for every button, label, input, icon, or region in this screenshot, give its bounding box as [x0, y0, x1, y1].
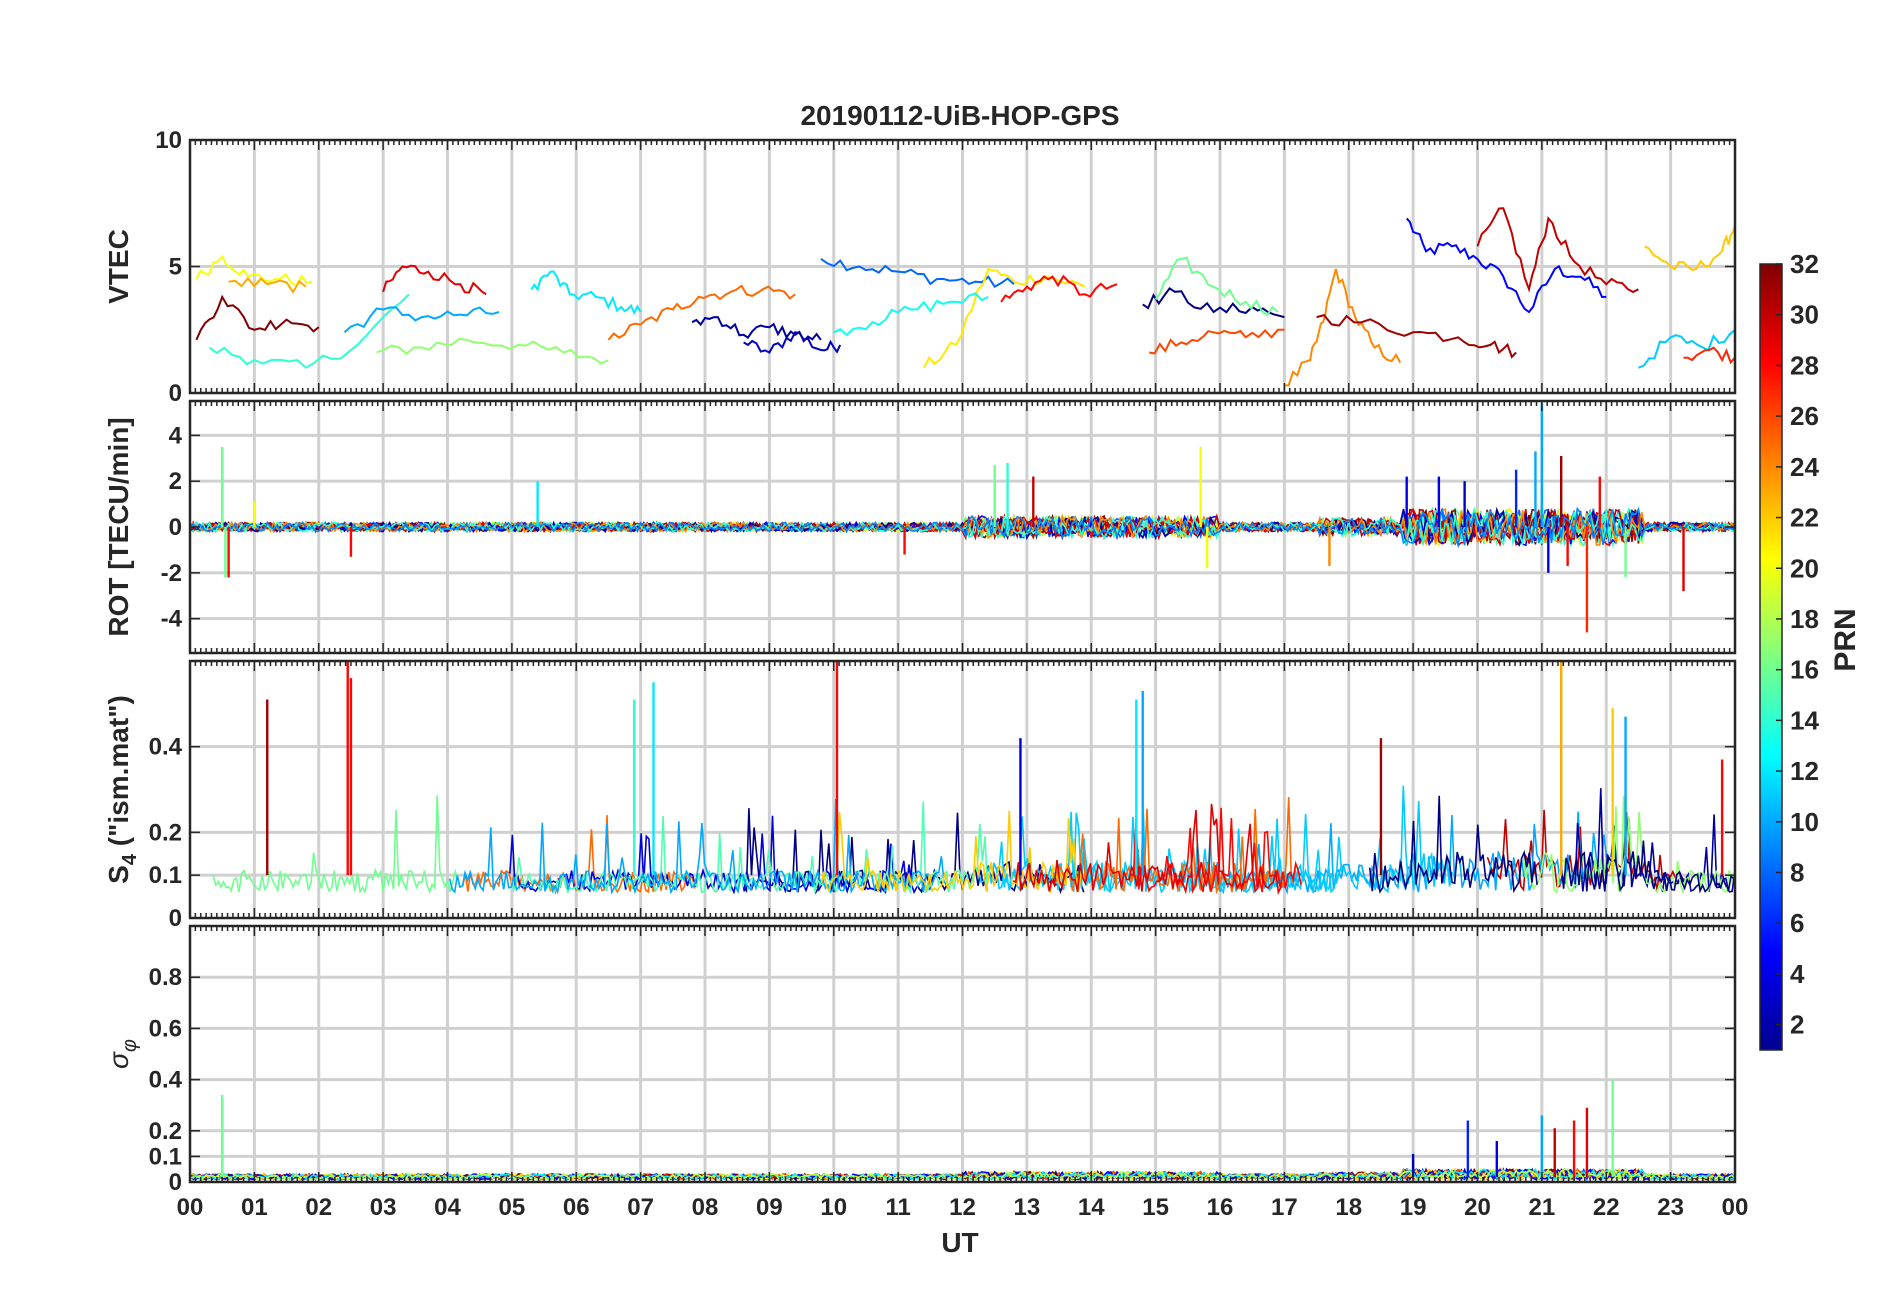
colorbar-tick-label: 20 [1790, 553, 1819, 583]
y-tick-label: 5 [169, 254, 182, 281]
x-tick-label: 18 [1335, 1194, 1362, 1221]
x-tick-label: 12 [949, 1194, 976, 1221]
x-tick-label: 21 [1529, 1194, 1556, 1221]
x-tick-label: 00 [1722, 1194, 1749, 1221]
colorbar-tick-label: 30 [1790, 300, 1819, 330]
x-tick-label: 16 [1207, 1194, 1234, 1221]
chart-title: 20190112-UiB-HOP-GPS [800, 100, 1119, 131]
y-tick-label: -4 [161, 606, 183, 633]
colorbar-tick-label: 24 [1790, 452, 1819, 482]
colorbar-tick-label: 18 [1790, 604, 1819, 634]
y-tick-label: 0.2 [149, 819, 182, 846]
x-tick-label: 00 [177, 1194, 204, 1221]
colorbar-tick-label: 2 [1790, 1010, 1804, 1040]
x-tick-label: 14 [1078, 1194, 1105, 1221]
x-tick-label: 19 [1400, 1194, 1427, 1221]
colorbar-bar [1759, 263, 1783, 1051]
colorbar-tick-label: 10 [1790, 807, 1819, 837]
x-tick-label: 15 [1142, 1194, 1169, 1221]
colorbar-label: PRN [1829, 608, 1862, 671]
y-tick-label: 0.4 [149, 1067, 183, 1094]
colorbar-tick-label: 6 [1790, 908, 1804, 938]
x-tick-label: 09 [756, 1194, 783, 1221]
colorbar-tick-label: 12 [1790, 756, 1819, 786]
colorbar-tick-label: 32 [1790, 249, 1819, 279]
x-tick-label: 23 [1657, 1194, 1684, 1221]
x-tick-label: 10 [820, 1194, 847, 1221]
x-tick-label: 02 [305, 1194, 332, 1221]
y-axis-label-rot: ROT [TECU/min] [103, 417, 134, 636]
y-tick-label: 0.8 [149, 964, 182, 991]
x-tick-label: 05 [499, 1194, 526, 1221]
y-tick-label: 0.1 [149, 1143, 182, 1170]
y-axis-label-vtec: VTEC [103, 229, 134, 304]
y-tick-label: 0 [169, 380, 182, 407]
y-tick-label: 0.4 [149, 734, 183, 761]
colorbar-tick-label: 16 [1790, 655, 1819, 685]
y-tick-label: 0.2 [149, 1118, 182, 1145]
y-tick-label: 0 [169, 514, 182, 541]
x-tick-label: 04 [434, 1194, 461, 1221]
x-tick-label: 06 [563, 1194, 590, 1221]
y-tick-label: 0.6 [149, 1015, 182, 1042]
x-tick-label: 08 [692, 1194, 719, 1221]
colorbar-tick-label: 4 [1790, 959, 1805, 989]
colorbar-tick-label: 8 [1790, 858, 1804, 888]
x-tick-label: 22 [1593, 1194, 1620, 1221]
x-tick-label: 13 [1014, 1194, 1041, 1221]
y-tick-label: 10 [155, 127, 182, 154]
colorbar-tick-label: 14 [1790, 705, 1819, 735]
x-tick-label: 20 [1464, 1194, 1491, 1221]
chart-figure: 20190112-UiB-HOP-GPS 0510VTEC-4-2024ROT … [0, 0, 1902, 1292]
x-tick-label: 11 [885, 1194, 910, 1221]
colorbar-tick-label: 22 [1790, 503, 1819, 533]
x-tick-label: 01 [241, 1194, 268, 1221]
y-tick-label: 0.1 [149, 862, 182, 889]
y-tick-label: 0 [169, 905, 182, 932]
x-axis-label: UT [941, 1227, 978, 1258]
x-tick-label: 03 [370, 1194, 397, 1221]
colorbar-tick-label: 26 [1790, 401, 1819, 431]
y-tick-label: 0 [169, 1169, 182, 1196]
y-tick-label: 2 [169, 468, 182, 495]
x-tick-label: 07 [627, 1194, 654, 1221]
colorbar-tick-label: 28 [1790, 350, 1819, 380]
figure-background [0, 0, 1902, 1292]
y-tick-label: -2 [161, 560, 182, 587]
y-tick-label: 4 [169, 422, 183, 449]
x-tick-label: 17 [1271, 1194, 1298, 1221]
